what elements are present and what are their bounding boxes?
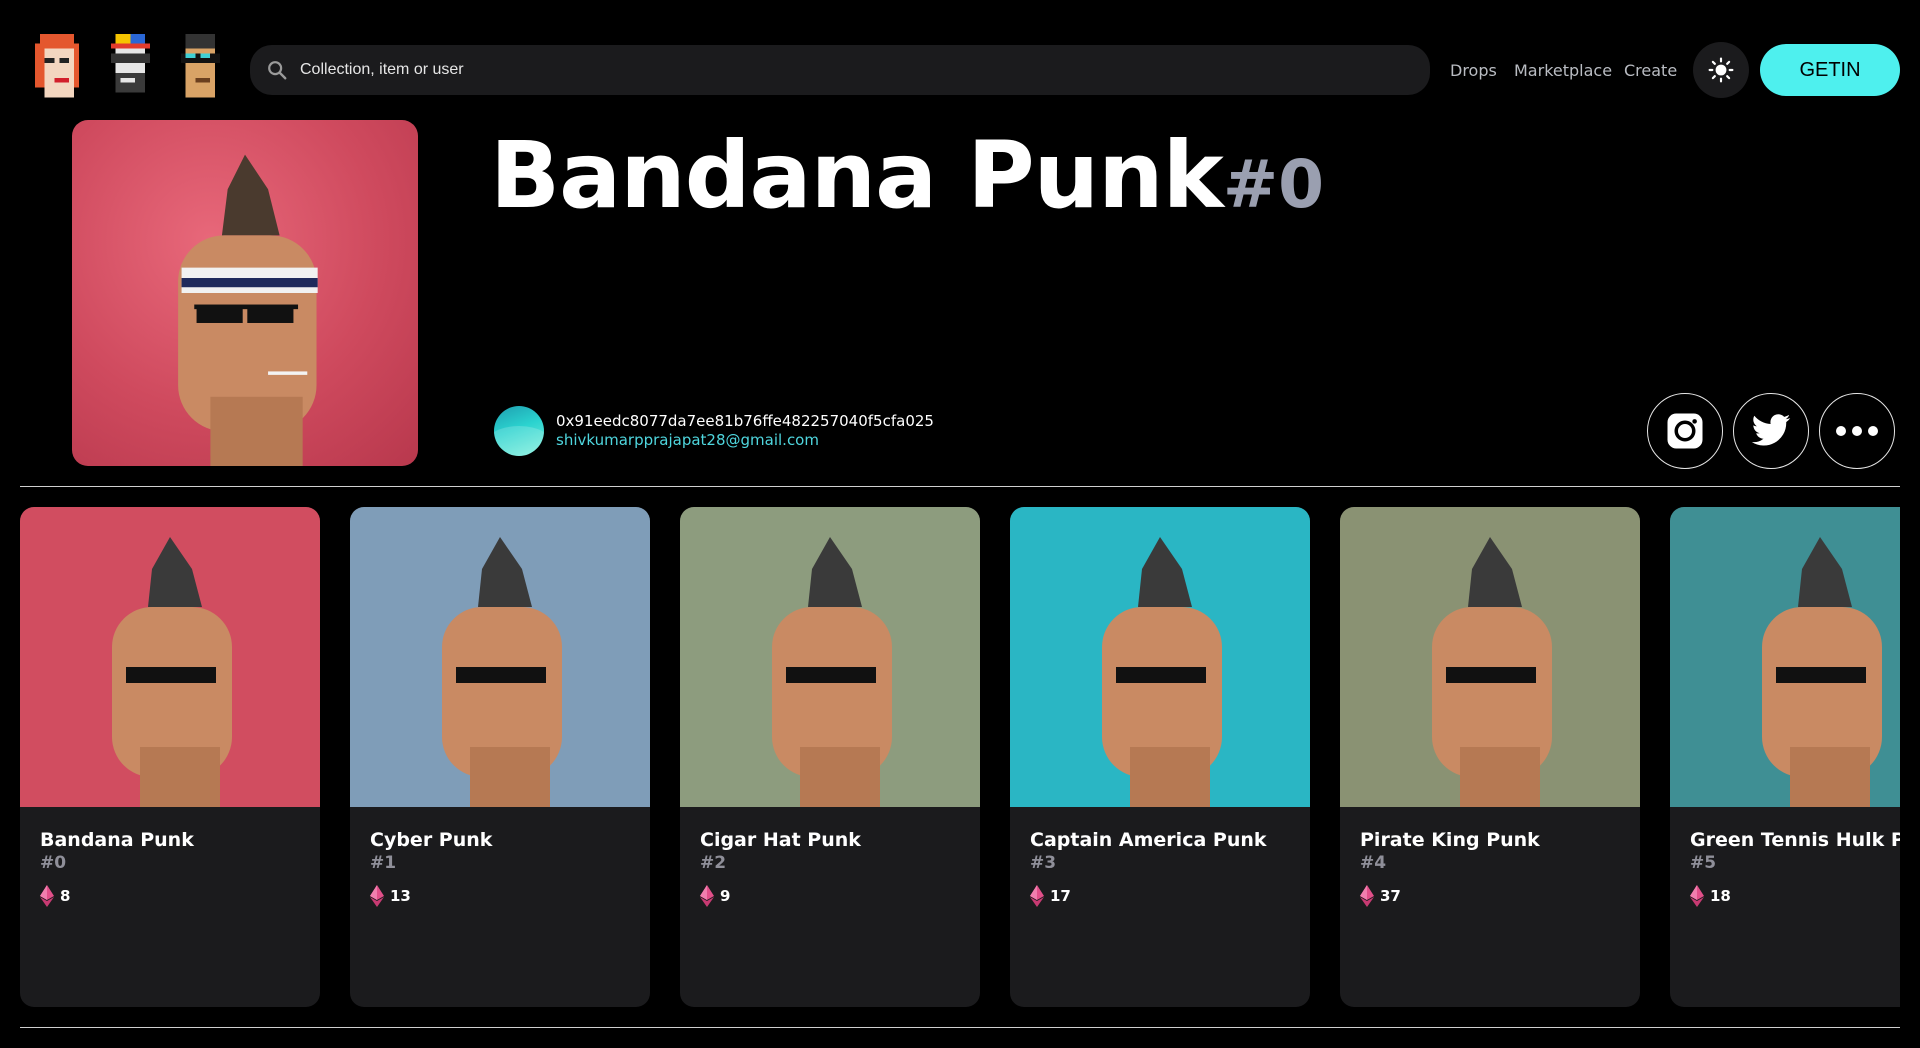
nft-card-image[interactable]	[20, 507, 320, 807]
nft-card[interactable]: Green Tennis Hulk Punk#5 18	[1670, 507, 1900, 1007]
ethereum-icon	[1690, 885, 1704, 907]
punk-portrait-illustration	[1010, 507, 1310, 807]
twitter-button[interactable]	[1733, 393, 1809, 469]
nft-card-image[interactable]	[1670, 507, 1900, 807]
punk-logo-icon	[171, 28, 230, 108]
punk-portrait-illustration	[178, 154, 318, 466]
punk-logo-icon	[101, 28, 160, 108]
nft-card-list: Bandana Punk #0 8 Cyber Punk #1 13 Cigar Hat P…	[20, 507, 1900, 1007]
nft-card-id: #4	[1360, 853, 1387, 873]
owner-info[interactable]: 0x91eedc8077da7ee81b76ffe482257040f5cfa0…	[494, 406, 934, 456]
nft-name: Bandana Punk	[490, 122, 1224, 229]
search-input[interactable]	[300, 61, 1300, 79]
nft-card-price-value: 9	[720, 887, 731, 905]
nft-card-image[interactable]	[1010, 507, 1310, 807]
nft-card-price: 37	[1360, 885, 1401, 907]
punk-portrait-illustration	[680, 507, 980, 807]
nft-card-price-value: 18	[1710, 887, 1731, 905]
nft-card-image[interactable]	[680, 507, 980, 807]
nav-create[interactable]: Create	[1624, 61, 1677, 80]
instagram-icon	[1667, 413, 1703, 449]
nft-card[interactable]: Bandana Punk #0 8	[20, 507, 320, 1007]
search-icon	[268, 61, 287, 80]
site-logo[interactable]	[30, 28, 230, 110]
nft-card-id: #1	[370, 853, 397, 873]
nft-card-name[interactable]: Captain America Punk	[1030, 829, 1267, 851]
punk-portrait-illustration	[350, 507, 650, 807]
ethereum-icon	[1360, 885, 1374, 907]
nft-card-price: 17	[1030, 885, 1071, 907]
header: Drops Marketplace Create GETIN	[0, 0, 1920, 120]
nft-card-id: #3	[1030, 853, 1057, 873]
search-bar[interactable]	[250, 45, 1430, 95]
nft-card-price-value: 13	[390, 887, 411, 905]
nav-marketplace[interactable]: Marketplace	[1514, 61, 1612, 80]
nft-card-name[interactable]: Pirate King Punk	[1360, 829, 1540, 851]
divider	[20, 486, 1900, 487]
nft-card-price-value: 17	[1050, 887, 1071, 905]
nft-card[interactable]: Cigar Hat Punk #2 9	[680, 507, 980, 1007]
punk-logo-icon	[30, 28, 89, 108]
nav-drops[interactable]: Drops	[1450, 61, 1497, 80]
avatar[interactable]	[494, 406, 544, 456]
nft-card-name[interactable]: Green Tennis Hulk Punk	[1690, 829, 1900, 851]
nft-card-name[interactable]: Cyber Punk	[370, 829, 492, 851]
nft-card-id: #2	[700, 853, 727, 873]
nft-card-image[interactable]	[350, 507, 650, 807]
nft-card-id: #0	[40, 853, 67, 873]
nft-card-price: 9	[700, 885, 730, 907]
punk-portrait-illustration	[1340, 507, 1640, 807]
twitter-icon	[1751, 414, 1791, 446]
more-button[interactable]	[1819, 393, 1895, 469]
nft-card-price: 8	[40, 885, 70, 907]
nft-card[interactable]: Cyber Punk #1 13	[350, 507, 650, 1007]
nft-token-id: #0	[1222, 146, 1325, 223]
punk-portrait-illustration	[20, 507, 320, 807]
nft-title: Bandana Punk#0	[490, 120, 1324, 241]
hero-nft-image[interactable]	[72, 120, 418, 466]
punk-portrait-illustration	[1670, 507, 1900, 807]
nft-card-price: 13	[370, 885, 411, 907]
divider	[20, 1027, 1900, 1028]
owner-address[interactable]: 0x91eedc8077da7ee81b76ffe482257040f5cfa0…	[556, 412, 934, 431]
nft-card[interactable]: Pirate King Punk #4 37	[1340, 507, 1640, 1007]
ethereum-icon	[40, 885, 54, 907]
more-icon	[1836, 426, 1878, 436]
sun-icon	[1708, 57, 1734, 83]
nft-card-price-value: 37	[1380, 887, 1401, 905]
ethereum-icon	[1030, 885, 1044, 907]
instagram-button[interactable]	[1647, 393, 1723, 469]
nft-card-image[interactable]	[1340, 507, 1640, 807]
owner-email[interactable]: shivkumarpprajapat28@gmail.com	[556, 431, 934, 450]
nft-card-price: 18	[1690, 885, 1731, 907]
theme-toggle-button[interactable]	[1693, 42, 1749, 98]
nft-card-id: #5	[1690, 853, 1717, 873]
ethereum-icon	[370, 885, 384, 907]
ethereum-icon	[700, 885, 714, 907]
getin-button[interactable]: GETIN	[1760, 44, 1900, 96]
nft-card-price-value: 8	[60, 887, 71, 905]
nft-card-name[interactable]: Cigar Hat Punk	[700, 829, 861, 851]
nft-card-name[interactable]: Bandana Punk	[40, 829, 194, 851]
nft-card[interactable]: Captain America Punk #3 17	[1010, 507, 1310, 1007]
